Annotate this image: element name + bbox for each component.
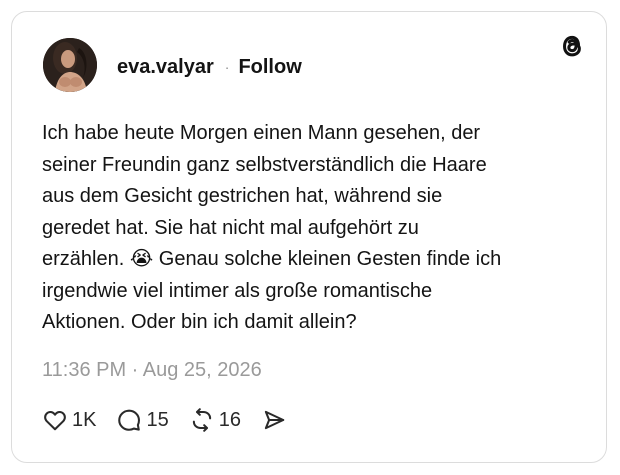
action-bar: 1K 15 16 [42,407,307,433]
share-button[interactable] [261,407,287,433]
post-card: eva.valyar · Follow Ich habe heute Morge… [11,11,607,463]
post-timestamp: 11:36 PM · Aug 25, 2026 [42,359,262,381]
heart-icon [42,407,68,433]
threads-logo-icon[interactable] [558,32,586,60]
reply-button[interactable]: 15 [116,407,169,433]
repost-icon [189,407,215,433]
reply-count: 15 [146,408,169,431]
comment-bubble-icon [116,407,142,433]
avatar[interactable] [43,38,97,92]
post-text: Ich habe heute Morgen einen Mann gesehen… [42,122,502,333]
username[interactable]: eva.valyar [117,56,214,79]
separator-dot: · [224,59,230,75]
post-header: eva.valyar · Follow [117,55,302,79]
repost-button[interactable]: 16 [189,407,241,433]
repost-count: 16 [218,408,241,431]
follow-button[interactable]: Follow [238,56,301,79]
like-button[interactable]: 1K [42,407,96,433]
send-icon [261,407,287,433]
like-count: 1K [72,408,97,431]
